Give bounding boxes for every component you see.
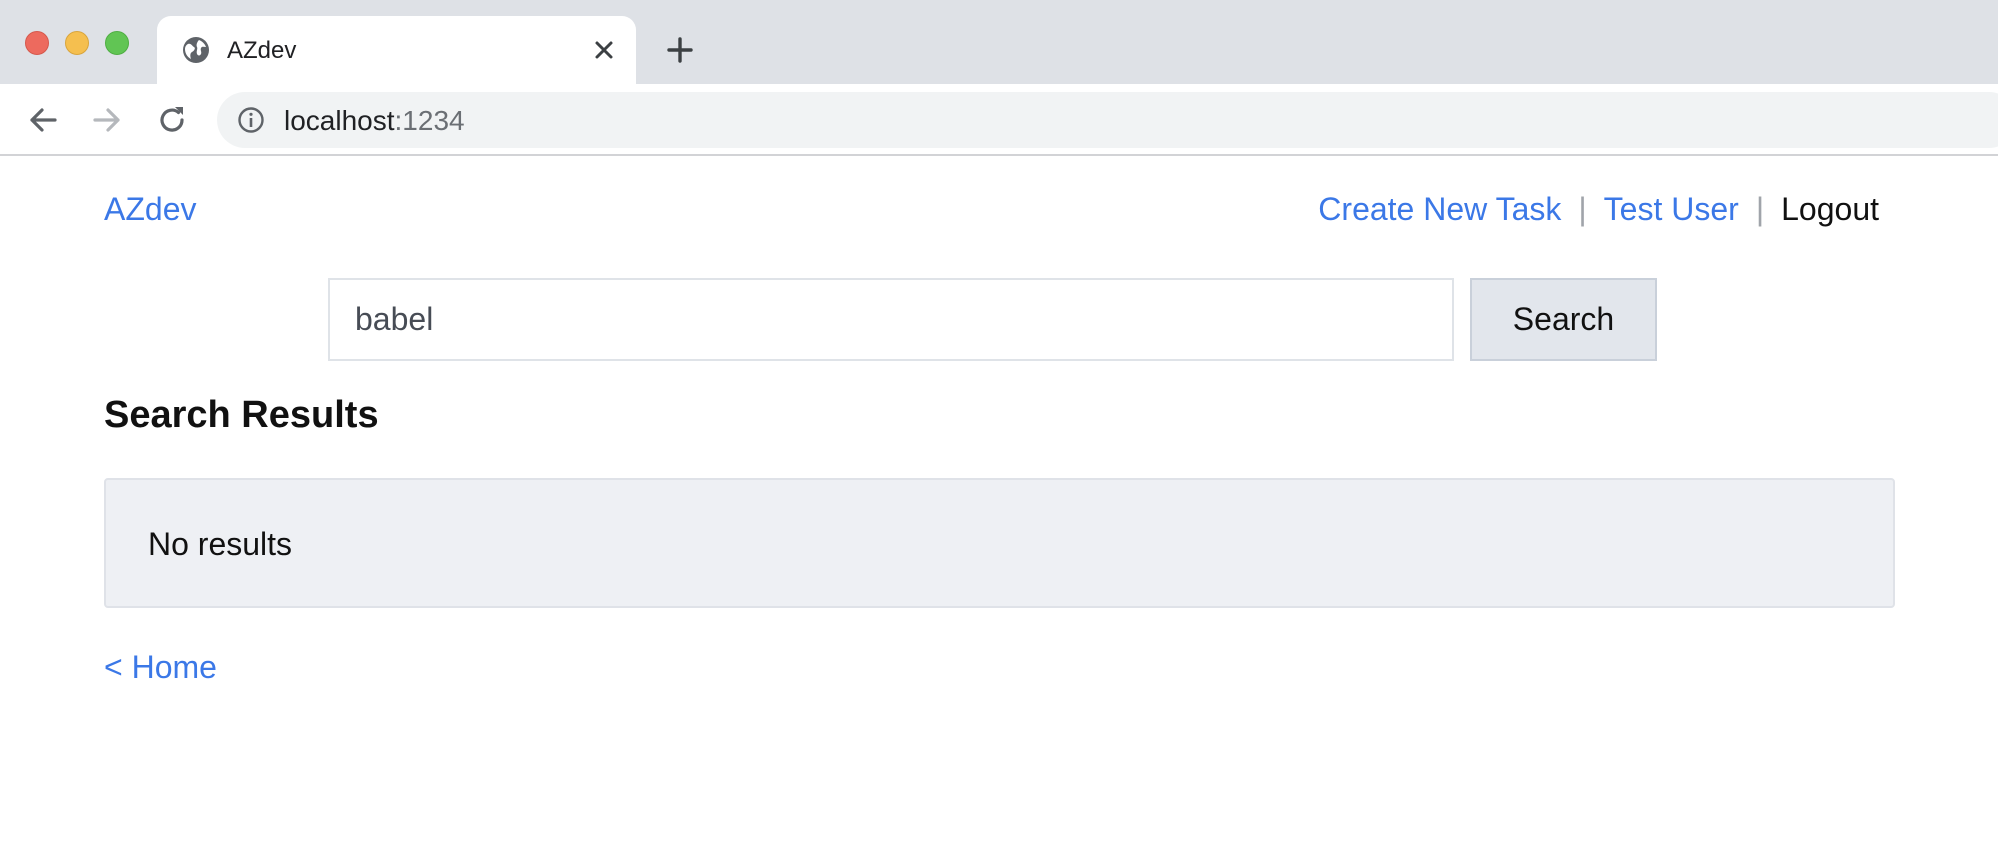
search-form: Search: [328, 278, 1657, 361]
results-heading: Search Results: [104, 394, 379, 436]
globe-icon: [183, 37, 209, 63]
logout-link[interactable]: Logout: [1781, 189, 1879, 229]
window-minimize-button[interactable]: [65, 31, 89, 55]
results-panel: No results: [104, 478, 1895, 608]
url-text[interactable]: localhost:1234: [284, 105, 465, 137]
search-button[interactable]: Search: [1470, 278, 1657, 361]
search-input[interactable]: [328, 278, 1454, 361]
page-content: AZdev Create New Task | Test User | Logo…: [0, 157, 1998, 846]
window-maximize-button[interactable]: [105, 31, 129, 55]
no-results-message: No results: [148, 526, 293, 562]
browser-toolbar: localhost:1234: [0, 84, 1998, 156]
plus-icon[interactable]: [665, 35, 695, 65]
nav-separator: |: [1578, 191, 1587, 227]
user-link[interactable]: Test User: [1604, 189, 1739, 229]
top-navigation: Create New Task | Test User | Logout: [1318, 189, 1879, 229]
url-host: localhost: [284, 105, 395, 136]
create-task-link[interactable]: Create New Task: [1318, 189, 1561, 229]
close-icon[interactable]: [590, 36, 618, 64]
info-icon[interactable]: [237, 106, 265, 134]
tab-title: AZdev: [227, 37, 297, 64]
arrow-left-icon[interactable]: [25, 102, 61, 138]
browser-titlebar: AZdev: [0, 0, 1998, 84]
address-bar[interactable]: localhost:1234: [217, 92, 1998, 148]
nav-separator: |: [1755, 191, 1765, 227]
brand-link[interactable]: AZdev: [104, 189, 196, 229]
window-close-button[interactable]: [25, 31, 49, 55]
arrow-right-icon[interactable]: [89, 102, 125, 138]
url-port: :1234: [394, 105, 465, 136]
reload-icon[interactable]: [154, 102, 190, 138]
browser-tab[interactable]: AZdev: [157, 16, 636, 84]
home-link[interactable]: < Home: [104, 647, 217, 687]
